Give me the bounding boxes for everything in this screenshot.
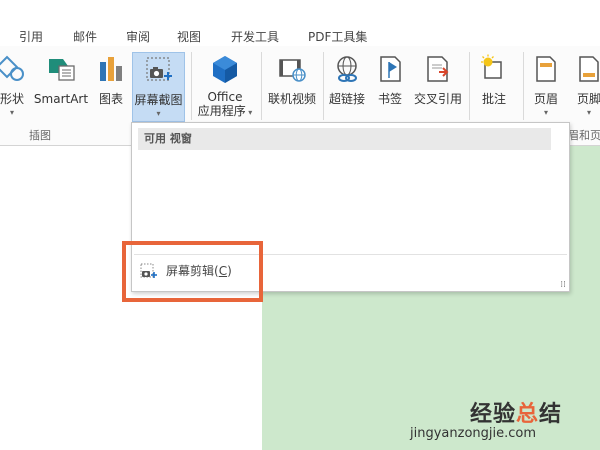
office-apps-label-line1: Office (207, 90, 243, 104)
cross-reference-icon (427, 56, 449, 82)
ribbon-divider (261, 52, 262, 120)
ribbon-tab-bar: 引用 邮件 审阅 视图 开发工具 PDF工具集 (0, 0, 600, 46)
chart-label: 图表 (98, 92, 123, 106)
screenshot-label: 屏幕截图 (134, 93, 183, 107)
comment-label: 批注 (481, 92, 506, 106)
bookmark-icon (380, 56, 401, 82)
watermark-url: jingyanzongjie.com (410, 426, 537, 441)
highlight-box (122, 241, 263, 302)
office-apps-label-line2: 应用程序 ▾ (197, 104, 253, 118)
ribbon-divider (523, 52, 524, 120)
comment-icon (481, 54, 502, 79)
comment-button[interactable]: 批注 (472, 46, 516, 122)
bookmark-button[interactable]: 书签 (371, 46, 409, 122)
header-label: 页眉 (533, 92, 558, 106)
available-windows-header: 可用 视窗 (138, 128, 551, 150)
shapes-icon (0, 55, 24, 81)
smartart-icon (49, 59, 75, 81)
online-video-button[interactable]: 联机视频 (264, 46, 320, 122)
screenshot-button[interactable]: 屏幕截图 ▾ (132, 52, 185, 122)
ribbon-divider (191, 52, 192, 120)
online-video-icon (279, 59, 306, 82)
bookmark-label: 书签 (377, 92, 402, 106)
footer-label: 页脚 (576, 92, 600, 106)
chevron-down-icon: ▾ (586, 108, 591, 117)
chevron-down-icon: ▾ (156, 109, 161, 118)
tab-review[interactable]: 审阅 (126, 28, 150, 45)
watermark-logo: 经验总结 (470, 401, 563, 427)
chevron-down-icon: ▾ (543, 108, 548, 117)
resize-grip-icon[interactable]: ⁞⁞ (560, 280, 566, 290)
tab-mailings[interactable]: 邮件 (73, 28, 97, 45)
cross-reference-button[interactable]: 交叉引用 (411, 46, 465, 122)
tab-view[interactable]: 视图 (177, 28, 201, 45)
chevron-down-icon: ▾ (9, 108, 14, 117)
hyperlink-icon (337, 56, 357, 82)
online-video-label: 联机视频 (267, 92, 316, 106)
tab-references[interactable]: 引用 (19, 28, 43, 45)
office-apps-button[interactable]: Office 应用程序 ▾ (194, 46, 256, 122)
office-store-icon (213, 56, 237, 83)
shapes-button[interactable]: 形状 ▾ (0, 46, 30, 122)
ribbon-divider (323, 52, 324, 120)
smartart-label: SmartArt (33, 92, 89, 106)
shapes-label: 形状 (0, 92, 24, 106)
screenshot-icon (145, 57, 172, 81)
header-icon (536, 56, 556, 82)
tab-pdf-tools[interactable]: PDF工具集 (308, 28, 367, 45)
footer-icon (579, 56, 599, 82)
cross-reference-label: 交叉引用 (413, 92, 462, 106)
bar-chart-icon (100, 57, 122, 81)
group-label-header-footer: 眉和页 (568, 129, 600, 142)
ribbon-divider (469, 52, 470, 120)
group-label-illustrations: 插图 (29, 129, 51, 142)
hyperlink-label: 超链接 (328, 92, 365, 106)
footer-button[interactable]: 页脚 ▾ (569, 46, 600, 122)
hyperlink-button[interactable]: 超链接 (326, 46, 368, 122)
tab-developer[interactable]: 开发工具 (231, 28, 279, 45)
header-button[interactable]: 页眉 ▾ (526, 46, 566, 122)
chart-button[interactable]: 图表 (93, 46, 129, 122)
smartart-button[interactable]: SmartArt (33, 46, 89, 122)
